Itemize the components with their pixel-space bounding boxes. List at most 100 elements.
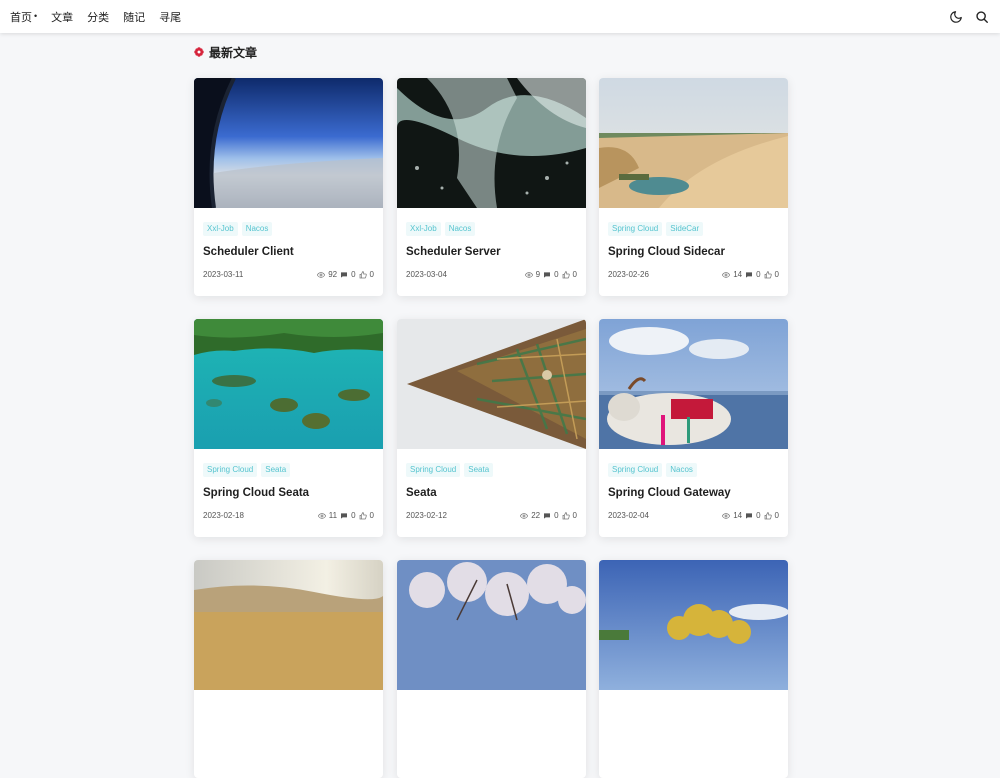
nav-item-categories[interactable]: 分类 [87,9,109,25]
view-count: 11 [328,511,338,520]
nav-item-articles[interactable]: 文章 [51,9,73,25]
eye-icon [520,512,529,520]
article-stats: 9 0 0 [524,270,577,279]
article-title[interactable]: Scheduler Client [203,246,374,262]
article-card[interactable] [599,560,788,778]
article-grid: Xxl-Job Nacos Scheduler Client 2023-03-1… [194,71,788,778]
top-navbar: 首页 • 文章 分类 随记 寻尾 [0,0,1000,33]
eye-icon [524,271,533,279]
article-cover-image[interactable] [194,560,383,690]
thumb-up-icon[interactable] [359,270,367,279]
article-title[interactable]: Spring Cloud Sidecar [608,246,779,262]
tag[interactable]: SideCar [666,222,704,236]
article-meta: 2023-02-26 14 0 0 [608,270,779,279]
article-meta: 2023-02-12 22 0 0 [406,511,577,520]
article-card[interactable]: Spring Cloud Seata Spring Cloud Seata 20… [194,319,383,537]
tag[interactable]: Spring Cloud [608,222,663,236]
article-card[interactable]: Xxl-Job Nacos Scheduler Client 2023-03-1… [194,78,383,296]
nav-item-label: 分类 [87,11,110,24]
thumb-up-icon[interactable] [562,511,570,520]
comment-count: 0 [351,270,356,279]
article-title[interactable]: Spring Cloud Gateway [608,487,779,503]
like-count: 0 [572,270,577,279]
nav-item-home[interactable]: 首页 • [10,9,37,25]
article-cover-image[interactable] [397,319,586,449]
tag[interactable]: Nacos [666,463,697,477]
nav-item-label: 随记 [123,11,146,24]
tag-list: Xxl-Job Nacos [406,222,577,236]
article-title[interactable]: Spring Cloud Seata [203,487,374,503]
article-card[interactable]: Spring Cloud Nacos Spring Cloud Gateway … [599,319,788,537]
tag[interactable]: Xxl-Job [203,222,238,236]
nav-item-search-tail[interactable]: 寻尾 [159,9,181,25]
like-count: 0 [774,511,779,520]
article-card[interactable] [397,560,586,778]
article-card[interactable]: Spring Cloud Seata Seata 2023-02-12 22 0… [397,319,586,537]
article-cover-image[interactable] [599,78,788,208]
article-stats: 14 0 0 [722,270,779,279]
article-meta: 2023-02-04 14 0 0 [608,511,779,520]
article-date: 2023-02-26 [608,270,649,279]
search-button[interactable] [974,9,990,25]
tag[interactable]: Spring Cloud [203,463,258,477]
comment-count: 0 [351,511,356,520]
nav-item-label: 首页 [10,11,32,24]
article-meta: 2023-03-11 92 0 0 [203,270,374,279]
nav-item-label: 文章 [51,11,74,24]
article-date: 2023-03-04 [406,270,447,279]
comment-icon [543,512,551,520]
thumb-up-icon[interactable] [359,511,367,520]
eye-icon [722,271,731,279]
tag-list: Spring Cloud SideCar [608,222,779,236]
comment-count: 0 [756,511,761,520]
like-count: 0 [572,511,577,520]
tag[interactable]: Xxl-Job [406,222,441,236]
view-count: 14 [733,270,743,279]
article-card[interactable]: Xxl-Job Nacos Scheduler Server 2023-03-0… [397,78,586,296]
like-count: 0 [369,511,374,520]
article-title[interactable]: Scheduler Server [406,246,577,262]
thumb-up-icon[interactable] [764,270,772,279]
article-title[interactable]: Seata [406,487,577,503]
nav-item-label: 寻尾 [159,11,182,24]
article-cover-image[interactable] [397,560,586,690]
thumb-up-icon[interactable] [562,270,570,279]
article-meta: 2023-03-04 9 0 0 [406,270,577,279]
tag[interactable]: Nacos [444,222,476,236]
article-cover-image[interactable] [599,319,788,449]
comment-icon [543,271,551,279]
article-date: 2023-02-12 [406,511,447,520]
comment-icon [745,512,753,520]
tag-list: Spring Cloud Seata [406,463,577,477]
view-count: 9 [535,270,541,279]
tag-list: Spring Cloud Nacos [608,463,779,477]
nav-item-notes[interactable]: 随记 [123,9,145,25]
article-card[interactable]: Spring Cloud SideCar Spring Cloud Sideca… [599,78,788,296]
eye-icon [722,512,731,520]
tag[interactable]: Nacos [241,222,273,236]
section-header: 最新文章 [194,33,788,71]
like-count: 0 [369,270,374,279]
main-nav: 首页 • 文章 分类 随记 寻尾 [10,9,181,25]
theme-toggle-button[interactable] [948,9,964,25]
flower-icon [194,47,204,57]
article-cover-image[interactable] [194,319,383,449]
article-cover-image[interactable] [194,78,383,208]
tag[interactable]: Seata [464,463,494,477]
view-count: 14 [733,511,743,520]
article-card[interactable] [194,560,383,778]
view-count: 92 [328,270,338,279]
comment-icon [340,512,348,520]
comment-count: 0 [756,270,761,279]
thumb-up-icon[interactable] [764,511,772,520]
like-count: 0 [774,270,779,279]
section-title: 最新文章 [209,45,258,60]
article-date: 2023-03-11 [203,270,244,279]
comment-icon [340,271,348,279]
tag[interactable]: Seata [261,463,291,477]
article-cover-image[interactable] [599,560,788,690]
tag[interactable]: Spring Cloud [608,463,663,477]
tag[interactable]: Spring Cloud [406,463,461,477]
tag-list: Xxl-Job Nacos [203,222,374,236]
article-cover-image[interactable] [397,78,586,208]
